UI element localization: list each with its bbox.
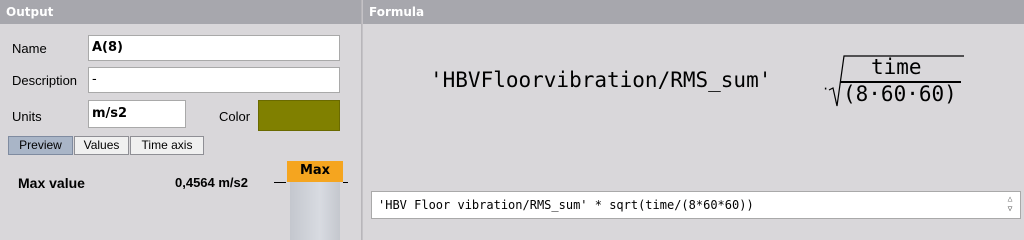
color-label: Color [219,109,251,124]
name-label: Name [12,41,47,56]
tab-time-axis[interactable]: Time axis [130,136,204,155]
max-value-tick [343,182,348,183]
tab-values[interactable]: Values [74,136,129,155]
tab-preview[interactable]: Preview [8,136,73,155]
output-panel-header: Output [0,0,361,24]
formula-numerator: time [871,55,922,79]
formula-text: 'HBV Floor vibration/RMS_sum' * sqrt(tim… [378,198,754,212]
description-field[interactable]: - [88,67,340,93]
chevron-down-icon[interactable]: ▽ [1003,204,1017,214]
formula-rendered-prefix: 'HBVFloorvibration/RMS_sum' [430,68,772,92]
units-field[interactable]: m/s2 [88,100,186,128]
panel-splitter[interactable] [361,0,363,240]
units-label: Units [12,109,42,124]
formula-spinner[interactable]: △ ▽ [1003,194,1017,216]
max-gauge-label: Max [287,161,343,182]
max-value-leader-line [274,182,286,183]
formula-panel-header: Formula [363,0,1024,24]
chevron-up-icon[interactable]: △ [1003,194,1017,204]
name-field[interactable]: A(8) [88,35,340,61]
formula-input[interactable]: 'HBV Floor vibration/RMS_sum' * sqrt(tim… [371,191,1021,219]
max-gauge-bar [290,182,340,240]
max-value-label: Max value [18,175,85,191]
formula-denominator: (8·60·60) [843,82,957,106]
color-swatch[interactable] [258,100,340,131]
max-value-readout: 0,4564 m/s2 [175,175,249,190]
description-label: Description [12,73,78,88]
